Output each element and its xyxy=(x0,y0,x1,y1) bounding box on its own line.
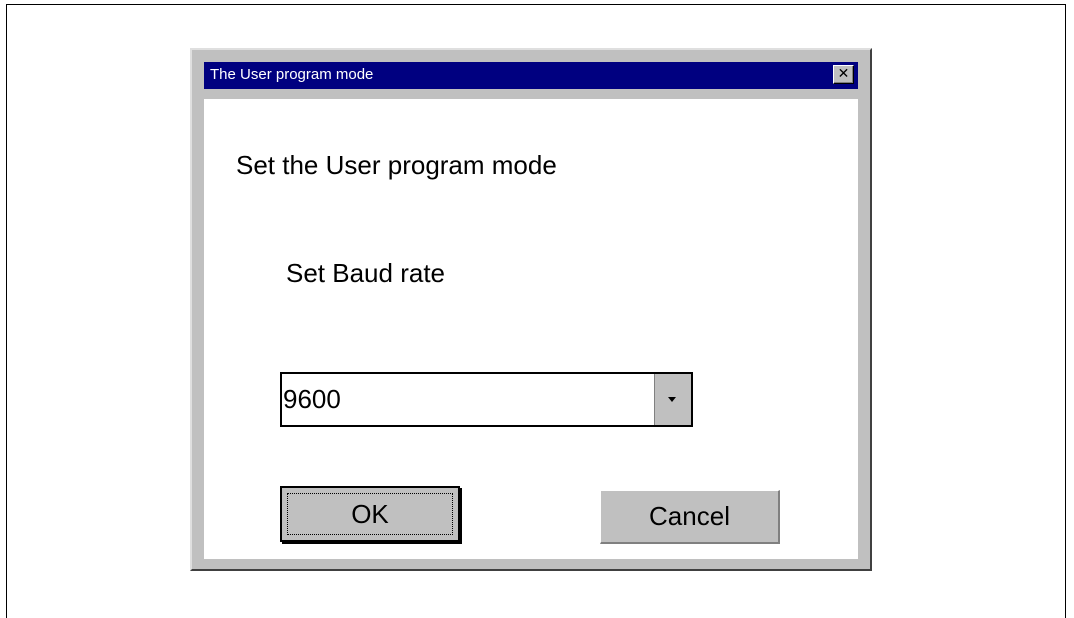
baud-rate-value: 9600 xyxy=(283,384,341,414)
dialog-title: The User program mode xyxy=(210,66,374,83)
chevron-down-icon xyxy=(668,397,676,402)
title-bar[interactable]: The User program mode ✕ xyxy=(204,62,858,89)
user-program-mode-dialog: The User program mode ✕ Set the User pro… xyxy=(190,48,872,571)
dialog-heading: Set the User program mode xyxy=(236,150,557,180)
dialog-content: Set the User program mode Set Baud rate … xyxy=(204,99,858,559)
baud-rate-label: Set Baud rate xyxy=(286,258,445,288)
close-button[interactable]: ✕ xyxy=(833,65,854,84)
ok-button[interactable]: OK xyxy=(280,486,460,542)
cancel-button[interactable]: Cancel xyxy=(600,490,780,544)
ok-button-label: OK xyxy=(351,499,389,529)
cancel-button-label: Cancel xyxy=(649,501,730,531)
dropdown-button[interactable] xyxy=(654,374,691,425)
close-icon: ✕ xyxy=(837,66,850,82)
baud-rate-select[interactable]: 9600 xyxy=(280,372,693,427)
